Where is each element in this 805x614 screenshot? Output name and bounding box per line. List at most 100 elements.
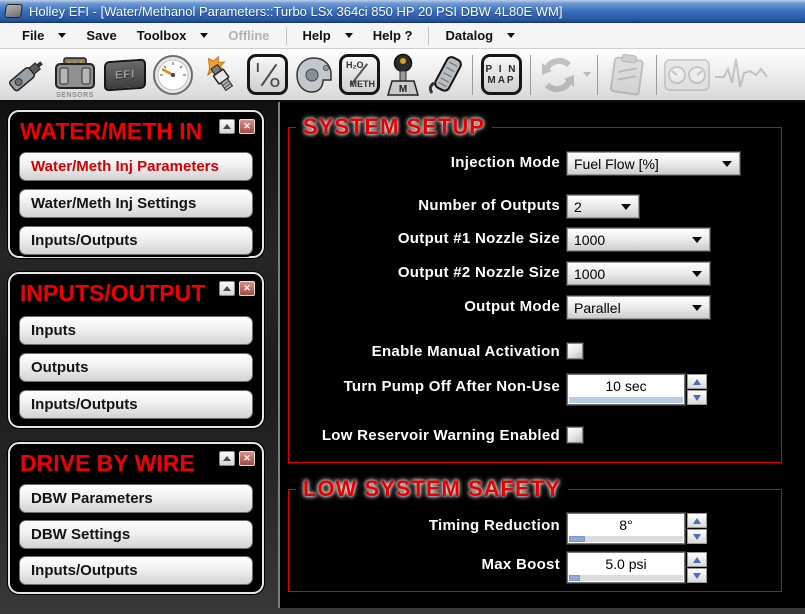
- turn-pump-off-label: Turn Pump Off After Non-Use: [343, 378, 560, 395]
- chevron-down-icon: [200, 33, 209, 38]
- io-icon[interactable]: I O: [244, 51, 291, 99]
- chevron-down-icon: [58, 33, 67, 38]
- scrollbar-thumb[interactable]: [569, 536, 585, 542]
- sidebar-item-water-meth-inj-parameters[interactable]: Water/Meth Inj Parameters: [19, 152, 253, 181]
- system-setup-groupbox: [288, 127, 782, 463]
- efi-ecu-icon[interactable]: EFI: [100, 51, 150, 99]
- svg-text:M: M: [399, 84, 407, 95]
- panel-title: WATER/METH IN: [20, 118, 203, 144]
- menu-offline: Offline: [228, 28, 270, 43]
- output-2-nozzle-size-label: Output #2 Nozzle Size: [397, 264, 560, 281]
- sidebar-item-outputs[interactable]: Outputs: [19, 353, 253, 382]
- max-boost-spinner[interactable]: 5.0 psi: [567, 552, 707, 583]
- sensors-icon[interactable]: SENSORS: [50, 51, 100, 99]
- low-reservoir-warning-label: Low Reservoir Warning Enabled: [321, 427, 560, 444]
- menu-datalog[interactable]: Datalog: [435, 23, 525, 48]
- panel-water-meth-inj: WATER/METH IN ✕ Water/Meth Inj Parameter…: [8, 110, 264, 258]
- chevron-down-icon: [692, 271, 702, 277]
- chevron-down-icon: [692, 305, 702, 311]
- toolbar-separator: [656, 54, 657, 95]
- output-mode-label: Output Mode: [464, 298, 560, 315]
- chevron-down-icon: [621, 204, 631, 210]
- menu-bar: File Save Toolbox Offline Help Help ? Da…: [0, 23, 805, 49]
- chevron-down-icon: [722, 161, 732, 167]
- spin-down-button[interactable]: [687, 390, 707, 405]
- output-mode-dropdown[interactable]: Parallel: [567, 296, 710, 319]
- sidebar-item-inputs-outputs[interactable]: Inputs/Outputs: [19, 226, 253, 255]
- heartbeat-pulse-icon: [712, 51, 770, 99]
- chevron-down-icon: [582, 72, 591, 77]
- spinner-scrollbar[interactable]: [569, 575, 683, 581]
- panel-title: INPUTS/OUTPUT: [20, 280, 206, 306]
- chevron-down-icon: [344, 33, 353, 38]
- holley-app-icon: [4, 4, 23, 18]
- panel-close-button[interactable]: ✕: [239, 119, 255, 134]
- sidebar-item-dbw-parameters[interactable]: DBW Parameters: [19, 484, 253, 513]
- number-of-outputs-dropdown[interactable]: 2: [567, 195, 639, 218]
- turn-pump-off-spinner[interactable]: 10 sec: [567, 374, 707, 405]
- max-boost-label: Max Boost: [481, 556, 560, 573]
- output-1-nozzle-size-dropdown[interactable]: 1000: [567, 228, 710, 251]
- menu-help-question[interactable]: Help ?: [363, 23, 423, 48]
- menu-toolbox[interactable]: Toolbox: [127, 23, 219, 48]
- content-area: WATER/METH IN ✕ Water/Meth Inj Parameter…: [0, 102, 805, 614]
- window-title: Holley EFI - [Water/Methanol Parameters:…: [29, 3, 563, 19]
- spinner-scrollbar[interactable]: [569, 536, 683, 542]
- sidebar-item-inputs[interactable]: Inputs: [19, 316, 253, 345]
- output-2-nozzle-size-dropdown[interactable]: 1000: [567, 262, 710, 285]
- icon-toolbar: SENSORS EFI I O H₂O METH M P I N MAP: [0, 49, 805, 102]
- timing-reduction-spinner[interactable]: 8°: [567, 513, 707, 544]
- sidebar-item-dbw-settings[interactable]: DBW Settings: [19, 520, 253, 549]
- main-panel: SYSTEM SETUP Injection Mode Fuel Flow [%…: [278, 102, 805, 608]
- spin-down-button[interactable]: [687, 568, 707, 583]
- turn-pump-off-input[interactable]: 10 sec: [567, 374, 685, 405]
- transmission-shifter-icon[interactable]: M: [383, 51, 423, 99]
- panel-close-button[interactable]: ✕: [239, 451, 255, 466]
- fuel-injector-icon[interactable]: [4, 51, 50, 99]
- menu-separator: [428, 26, 430, 45]
- injection-mode-label: Injection Mode: [450, 154, 560, 171]
- title-bar: Holley EFI - [Water/Methanol Parameters:…: [0, 0, 805, 23]
- chevron-down-icon: [692, 237, 702, 243]
- panel-inputs-outputs: INPUTS/OUTPUT ✕ Inputs Outputs Inputs/Ou…: [8, 272, 264, 428]
- spin-up-button[interactable]: [687, 552, 707, 567]
- low-reservoir-warning-checkbox[interactable]: [567, 427, 583, 443]
- timing-reduction-input[interactable]: 8°: [567, 513, 685, 544]
- panel-collapse-button[interactable]: [219, 281, 235, 296]
- injection-mode-dropdown[interactable]: Fuel Flow [%]: [567, 152, 740, 175]
- panel-collapse-button[interactable]: [219, 451, 235, 466]
- panel-collapse-button[interactable]: [219, 119, 235, 134]
- h2o-meth-icon[interactable]: H₂O METH: [336, 51, 383, 99]
- spin-down-button[interactable]: [687, 529, 707, 544]
- spin-up-button[interactable]: [687, 374, 707, 389]
- menu-help[interactable]: Help: [293, 23, 363, 48]
- sidebar-item-water-meth-inj-settings[interactable]: Water/Meth Inj Settings: [19, 189, 253, 218]
- chevron-down-icon: [507, 33, 516, 38]
- sync-icon: [536, 51, 592, 99]
- gauge-icon[interactable]: [150, 51, 196, 99]
- spark-plug-icon[interactable]: [196, 51, 244, 99]
- dbw-pedal-icon[interactable]: [423, 51, 467, 99]
- sidebar-item-inputs-outputs[interactable]: Inputs/Outputs: [19, 556, 253, 585]
- clipboard-icon: [603, 51, 651, 99]
- turbo-boost-icon[interactable]: [291, 51, 336, 99]
- menu-save[interactable]: Save: [76, 23, 126, 48]
- scrollbar-thumb[interactable]: [569, 575, 580, 581]
- panel-close-button[interactable]: ✕: [239, 281, 255, 296]
- timing-reduction-label: Timing Reduction: [428, 517, 560, 534]
- enable-manual-activation-checkbox[interactable]: [567, 343, 583, 359]
- max-boost-input[interactable]: 5.0 psi: [567, 552, 685, 583]
- spin-up-button[interactable]: [687, 513, 707, 528]
- dashboard-gauges-icon: [662, 51, 712, 99]
- spinner-scrollbar[interactable]: [569, 397, 683, 403]
- menu-file[interactable]: File: [12, 23, 76, 48]
- output-1-nozzle-size-label: Output #1 Nozzle Size: [397, 230, 560, 247]
- number-of-outputs-label: Number of Outputs: [418, 197, 560, 214]
- panel-drive-by-wire: DRIVE BY WIRE ✕ DBW Parameters DBW Setti…: [8, 442, 264, 594]
- menu-separator: [285, 26, 287, 45]
- sidebar-item-inputs-outputs[interactable]: Inputs/Outputs: [19, 390, 253, 419]
- pin-map-icon[interactable]: P I N MAP: [478, 51, 525, 99]
- section-title-low-system-safety: LOW SYSTEM SAFETY: [296, 476, 568, 502]
- enable-manual-activation-label: Enable Manual Activation: [371, 343, 560, 360]
- toolbar-separator: [597, 54, 598, 95]
